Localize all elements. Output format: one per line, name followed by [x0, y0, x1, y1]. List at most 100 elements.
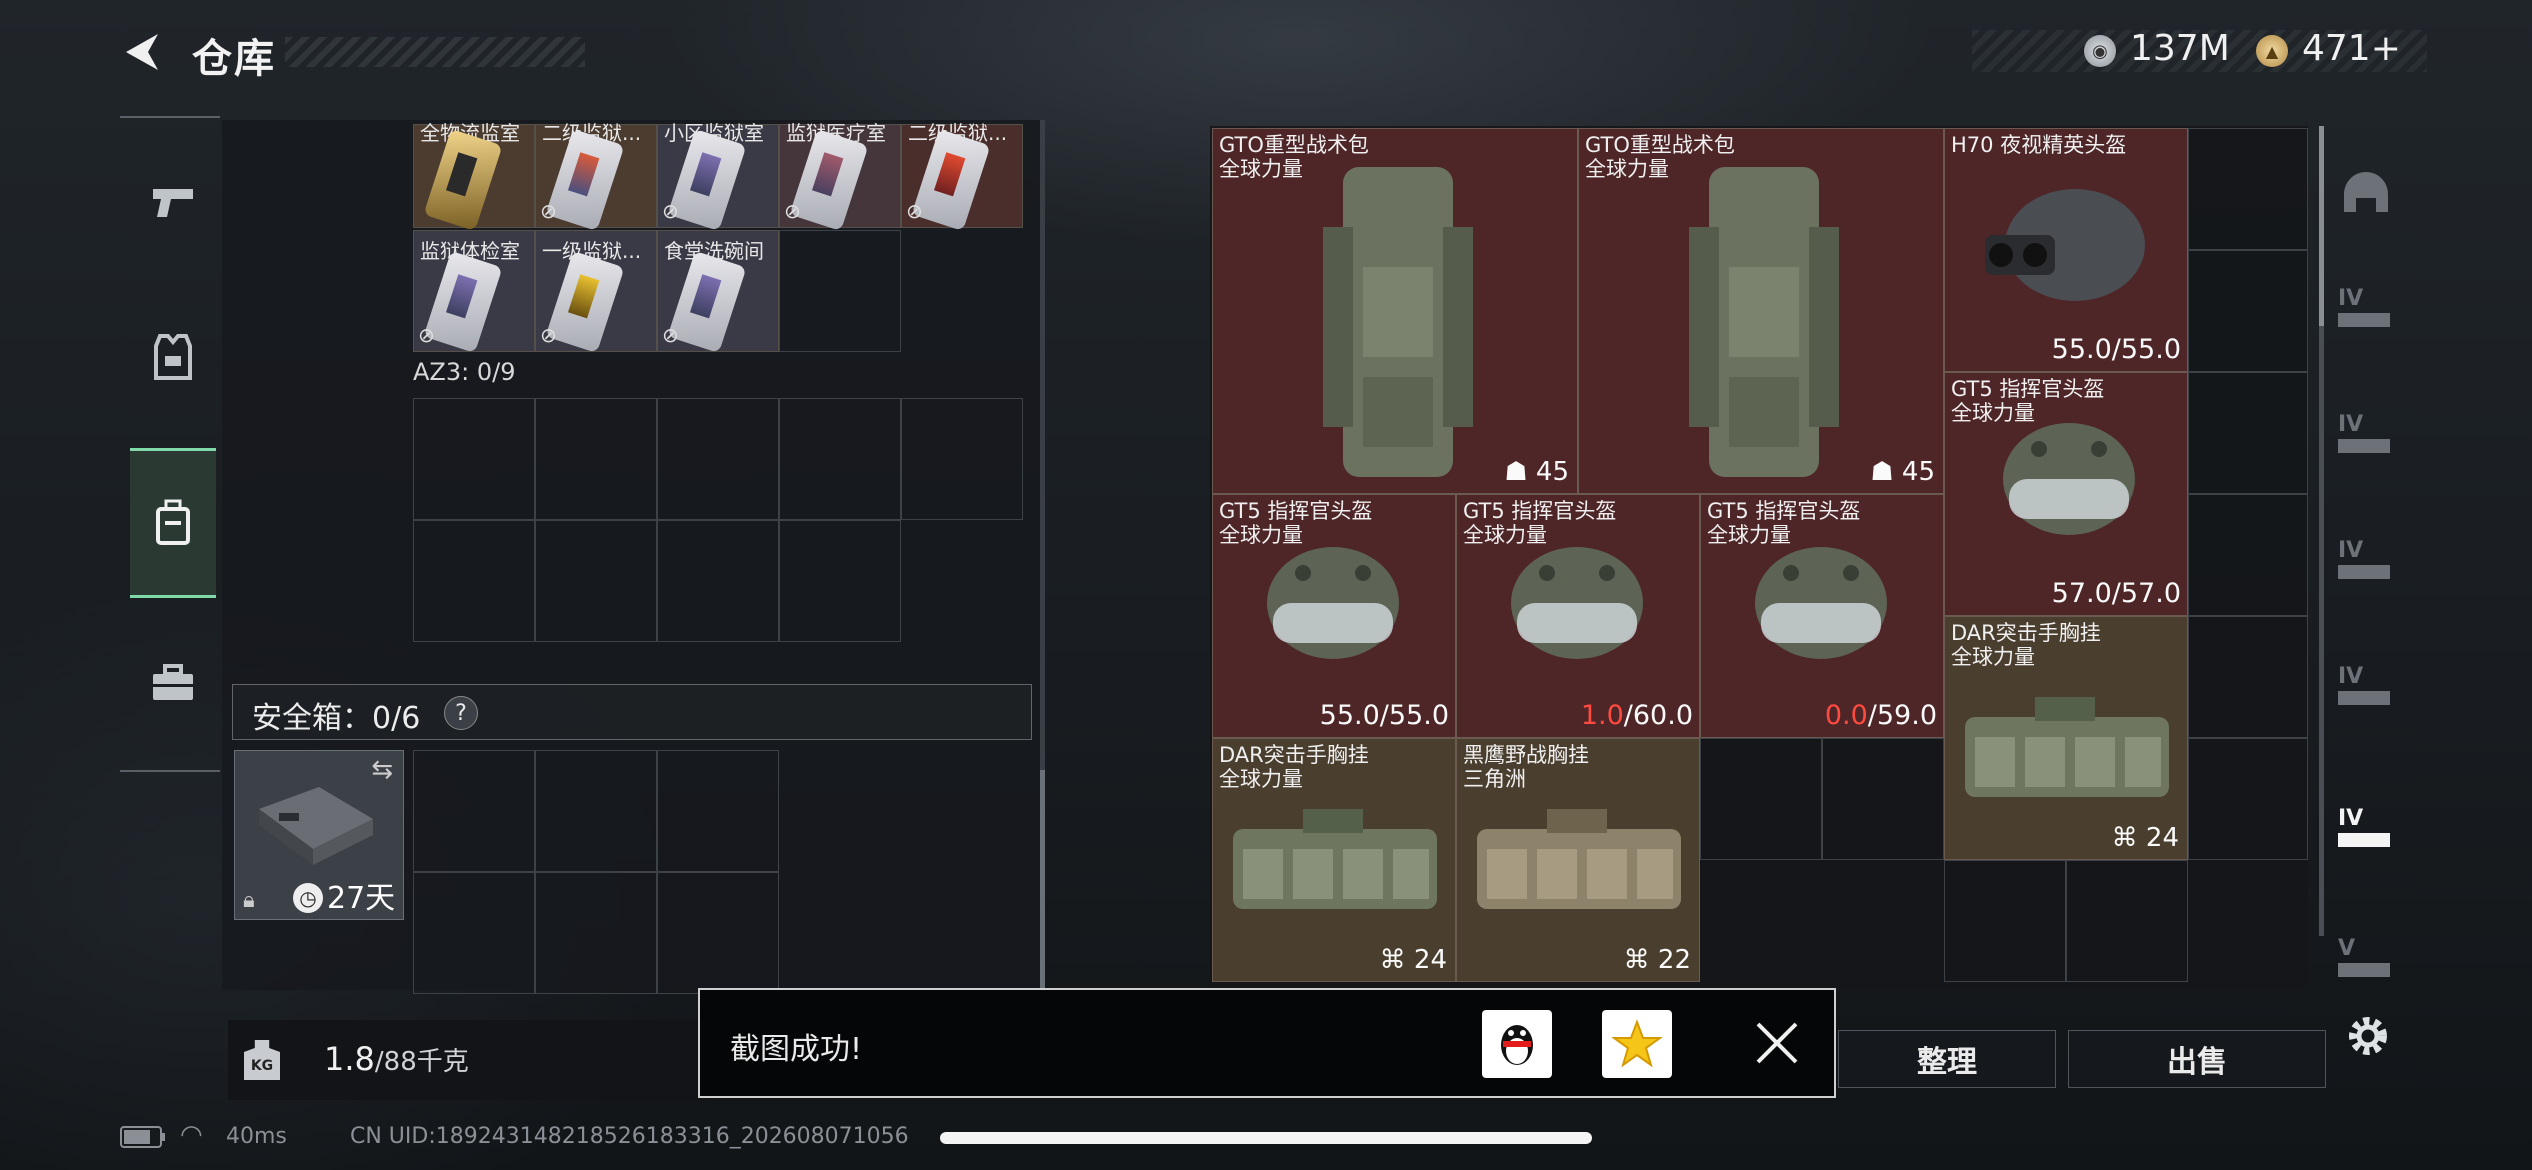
- empty-slot[interactable]: [657, 520, 779, 642]
- empty-slot[interactable]: [535, 872, 657, 994]
- sell-button[interactable]: 出售: [2068, 1030, 2326, 1088]
- tab-tier-iv[interactable]: IV: [2338, 286, 2398, 346]
- wifi-icon: ◠: [180, 1120, 203, 1150]
- item-h70-helmet[interactable]: H70 夜视精英头盔 55.0/55.0: [1944, 128, 2188, 372]
- tactical-backpack-icon: [1323, 167, 1473, 477]
- tab-helmet[interactable]: [2338, 166, 2398, 226]
- empty-slot[interactable]: [535, 750, 657, 872]
- commander-helmet-icon: [1755, 547, 1887, 659]
- silver-coin-icon: ◉: [2084, 35, 2116, 67]
- item-gt5-helmet[interactable]: GT5 指挥官头盔 全球力量 55.0/55.0: [1212, 494, 1456, 738]
- empty-slot[interactable]: [2188, 494, 2308, 616]
- gold-balance[interactable]: 471+: [2302, 28, 2401, 69]
- settings-gear-icon[interactable]: [2344, 1012, 2392, 1060]
- keycard-icon: [545, 250, 625, 354]
- sort-button[interactable]: 整理: [1838, 1030, 2056, 1088]
- no-trade-icon: ⊘: [540, 199, 557, 223]
- ping-readout: 40ms: [226, 1124, 287, 1149]
- no-trade-icon: ⊘: [784, 199, 801, 223]
- keycard-item[interactable]: 一级监狱... ⊘: [535, 230, 657, 354]
- safe-box-item[interactable]: ⇆ 🔒︎ ◷ 27天: [234, 750, 404, 920]
- empty-slot[interactable]: [2188, 616, 2308, 738]
- empty-slot[interactable]: [2066, 860, 2188, 982]
- keycard-item[interactable]: 小区监狱室 ⊘: [657, 121, 779, 232]
- close-icon[interactable]: [1754, 1020, 1800, 1066]
- item-gt5-helmet[interactable]: GT5 指挥官头盔 全球力量 1.0/60.0: [1456, 494, 1700, 738]
- tab-tier-v[interactable]: V: [2338, 936, 2398, 996]
- empty-slot[interactable]: [779, 520, 901, 642]
- keycard-item[interactable]: 监狱医疗室 ⊘: [779, 121, 901, 232]
- gold-coin-icon: ▲: [2256, 35, 2288, 67]
- tab-tier-iv[interactable]: IV: [2338, 412, 2398, 472]
- chest-rig-icon: [1477, 809, 1681, 909]
- no-trade-icon: ⊘: [662, 199, 679, 223]
- tab-tier-iv[interactable]: IV: [2338, 538, 2398, 598]
- capacity-icon: ☗: [1870, 457, 1894, 487]
- durability-max: /59.0: [1867, 700, 1937, 731]
- empty-slot[interactable]: [779, 398, 901, 520]
- empty-slot[interactable]: [535, 398, 657, 520]
- keycard-icon: [423, 250, 503, 354]
- tab-tier-iv[interactable]: IV: [2338, 664, 2398, 724]
- item-region: 全球力量: [1951, 645, 2035, 669]
- empty-slot[interactable]: [2188, 128, 2308, 250]
- item-name: GT5 指挥官头盔: [1219, 499, 1373, 523]
- keycard-item[interactable]: 二级监狱... ⊘: [901, 121, 1023, 232]
- empty-slot[interactable]: [413, 520, 535, 642]
- no-trade-icon: ⊘: [906, 199, 923, 223]
- nav-armor[interactable]: [130, 282, 216, 432]
- item-name: DAR突击手胸挂: [1951, 621, 2101, 645]
- keycard-item[interactable]: 全物流监室: [413, 121, 535, 232]
- empty-slot[interactable]: [1944, 860, 2066, 982]
- empty-slot[interactable]: [901, 398, 1023, 520]
- item-name: GT5 指挥官头盔: [1463, 499, 1617, 523]
- empty-slot[interactable]: [1822, 738, 1944, 860]
- empty-slot[interactable]: [413, 872, 535, 994]
- empty-slot[interactable]: [657, 398, 779, 520]
- empty-slot[interactable]: [413, 398, 535, 520]
- empty-slot[interactable]: [657, 750, 779, 872]
- az3-capacity-label: AZ3: 0/9: [413, 358, 516, 386]
- swap-icon[interactable]: ⇆: [371, 755, 393, 785]
- keycard-item[interactable]: 食堂洗碗间 ⊘: [657, 230, 779, 354]
- item-gt5-helmet[interactable]: GT5 指挥官头盔 全球力量 0.0/59.0: [1700, 494, 1944, 738]
- item-region: 全球力量: [1585, 157, 1669, 181]
- empty-slot[interactable]: [2188, 250, 2308, 372]
- weight-kg-icon: KG: [244, 1040, 280, 1080]
- nav-weapons[interactable]: [130, 128, 216, 278]
- tier-iv-icon: IV: [2338, 806, 2364, 831]
- item-dar-chest-rig[interactable]: DAR突击手胸挂 全球力量 ⌘ 24: [1212, 738, 1456, 982]
- chest-rig-capacity-icon: ⌘: [1623, 945, 1650, 975]
- qzone-share-button[interactable]: [1602, 1010, 1672, 1078]
- empty-slot[interactable]: [413, 750, 535, 872]
- penguin-icon: [1501, 1025, 1533, 1065]
- storage-scroll-thumb[interactable]: [1040, 770, 1045, 990]
- tier-iv-icon: IV: [2338, 412, 2364, 437]
- tab-tier-iv-active[interactable]: IV: [2338, 806, 2398, 866]
- item-dar-chest-rig[interactable]: DAR突击手胸挂 全球力量 ⌘ 24: [1944, 616, 2188, 860]
- empty-slot[interactable]: [2188, 372, 2308, 494]
- back-arrow-icon[interactable]: [118, 30, 166, 74]
- nav-toolbox[interactable]: [130, 608, 216, 758]
- item-gt5-helmet[interactable]: GT5 指挥官头盔 全球力量 57.0/57.0: [1944, 372, 2188, 616]
- keycard-item[interactable]: 二级监狱... ⊘: [535, 121, 657, 232]
- empty-slot[interactable]: [2188, 738, 2308, 860]
- qq-share-button[interactable]: [1482, 1010, 1552, 1078]
- safe-days-left: 27天: [327, 881, 396, 916]
- item-blackhawk-chest-rig[interactable]: 黑鹰野战胸挂 三角洲 ⌘ 22: [1456, 738, 1700, 982]
- no-trade-icon: ⊘: [540, 323, 557, 347]
- empty-slot[interactable]: [657, 872, 779, 994]
- item-gto-backpack[interactable]: GTO重型战术包 全球力量 ☗ 45: [1578, 128, 1944, 494]
- chest-rig-icon: [1233, 809, 1437, 909]
- keycard-item[interactable]: 监狱体检室 ⊘: [413, 230, 535, 354]
- empty-slot[interactable]: [779, 230, 901, 352]
- durability-current: 0.0: [1824, 700, 1868, 731]
- help-icon[interactable]: ?: [444, 696, 478, 730]
- item-gto-backpack[interactable]: GTO重型战术包 全球力量 ☗ 45: [1212, 128, 1578, 494]
- home-indicator[interactable]: [940, 1132, 1592, 1144]
- pistol-icon: [153, 189, 193, 217]
- empty-slot[interactable]: [535, 520, 657, 642]
- empty-slot[interactable]: [1700, 738, 1822, 860]
- nav-backpack[interactable]: [130, 448, 216, 598]
- backpack-icon: [156, 499, 190, 545]
